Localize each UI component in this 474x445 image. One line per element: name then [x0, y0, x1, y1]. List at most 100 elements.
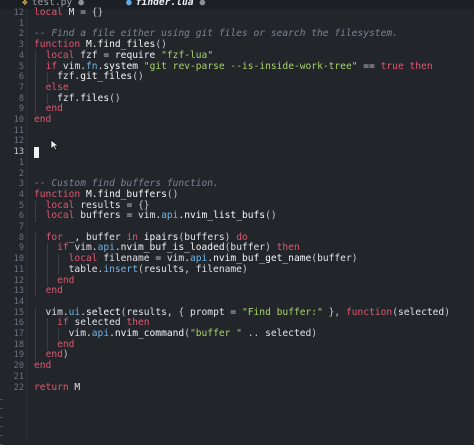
- line-number: 9: [18, 104, 24, 115]
- line-number: 9: [18, 243, 24, 254]
- code-editor[interactable]: 12 local M = {} 1 2 -- Find a file either us…: [0, 7, 474, 445]
- code-line[interactable]: 18 end: [0, 338, 474, 351]
- token-cm: -- Find a file either using git files or…: [34, 28, 398, 40]
- token-str: "Find buffer:": [241, 306, 323, 318]
- token-kw: local: [68, 253, 98, 265]
- line-number: 15: [13, 307, 24, 318]
- token-fn: M.find_buffers: [80, 188, 167, 200]
- token-kw: function: [345, 306, 393, 318]
- line-number: 20: [13, 361, 24, 372]
- code-line[interactable]: 12: [0, 136, 474, 147]
- token-kw: end: [57, 274, 75, 286]
- line-number: 12: [13, 136, 24, 147]
- token-api: fn: [86, 60, 98, 72]
- token-id: buffer: [230, 242, 266, 254]
- token-id: [34, 317, 57, 328]
- line-number: 10: [13, 115, 24, 125]
- token-pun: ): [444, 306, 450, 318]
- code-line[interactable]: 6 local buffers = vim.api.nvim_list_bufs…: [0, 210, 474, 222]
- code-text: return M: [34, 381, 80, 394]
- token-kw: end: [34, 360, 52, 372]
- token-pun: ..: [241, 328, 266, 339]
- token-kw: end: [57, 338, 75, 350]
- code-line[interactable]: 1: [0, 158, 474, 169]
- code-line[interactable]: 8 fzf.files(): [0, 92, 474, 105]
- token-kw: end: [45, 103, 63, 115]
- token-pun: (): [166, 188, 179, 200]
- code-line[interactable]: 22 return M: [0, 381, 474, 394]
- code-text: local buffers = vim.api.nvim_list_bufs(): [34, 210, 277, 222]
- token-pun: ): [62, 349, 69, 361]
- token-id: [34, 339, 57, 350]
- token-api: api: [189, 253, 208, 265]
- token-pun: ): [351, 253, 358, 265]
- code-line[interactable]: 13 end: [0, 285, 474, 297]
- token-fn: files: [80, 92, 110, 104]
- code-text: end: [34, 114, 51, 126]
- token-pun: =: [155, 253, 167, 265]
- line-number: 5: [18, 61, 24, 72]
- line-number: 3: [18, 40, 24, 51]
- token-fn: M.find_files: [80, 39, 156, 51]
- code-line[interactable]: 20 end: [0, 360, 474, 372]
- token-kw: return: [34, 381, 69, 393]
- empty-line-marker: [0, 417, 3, 419]
- line-number: 7: [18, 82, 24, 93]
- token-id: selected: [68, 317, 127, 329]
- line-number: 1: [18, 18, 24, 29]
- token-id: [34, 103, 46, 114]
- token-kw: local: [45, 199, 75, 211]
- token-api: api: [161, 210, 179, 222]
- token-api: api: [91, 328, 110, 339]
- token-kw: else: [45, 81, 69, 93]
- token-pun: =: [230, 306, 242, 318]
- line-number: 13: [13, 286, 24, 297]
- token-id: [34, 82, 46, 93]
- token-fn: nvim_buf_get_name: [213, 253, 312, 265]
- token-kw: do: [230, 231, 248, 243]
- code-line[interactable]: 6 fzf.git_files(): [0, 71, 474, 83]
- line-number: 6: [18, 72, 24, 83]
- token-pun: (): [132, 71, 144, 83]
- token-id: vim.: [138, 210, 162, 222]
- token-kw: local: [34, 7, 63, 18]
- token-fn: system: [103, 60, 144, 72]
- empty-line-marker: [0, 435, 3, 437]
- token-id: _, buffer: [62, 231, 127, 243]
- token-fn: select: [86, 306, 121, 318]
- token-id: [34, 61, 46, 72]
- token-id: [34, 275, 57, 286]
- code-text: local M = {}: [34, 7, 104, 19]
- token-id: vim.: [34, 306, 69, 318]
- token-pun: = {}: [80, 7, 104, 18]
- token-id: fzf: [74, 49, 104, 61]
- line-number: 12: [13, 8, 24, 18]
- text-cursor: [34, 147, 39, 158]
- token-id: M: [62, 7, 81, 18]
- token-kw: function: [34, 188, 81, 200]
- line-number: 3: [18, 179, 24, 190]
- code-line[interactable]: 12 end: [0, 274, 474, 287]
- code-line[interactable]: 11: [0, 126, 474, 137]
- token-id: buffer: [317, 253, 352, 265]
- token-id: table.: [34, 263, 104, 275]
- token-api: insert: [103, 263, 138, 275]
- line-number: 7: [18, 222, 24, 232]
- code-line[interactable]: 12 local M = {}: [0, 7, 474, 19]
- token-kw: then: [270, 242, 300, 254]
- code-line[interactable]: 9 end: [0, 103, 474, 115]
- code-line[interactable]: 13: [0, 147, 474, 158]
- modified-indicator: ●: [199, 0, 206, 8]
- line-number: 11: [13, 125, 24, 136]
- code-text: end: [34, 360, 52, 372]
- token-bool: true: [380, 60, 404, 72]
- token-id: [34, 232, 46, 243]
- token-id: vim.: [57, 60, 87, 72]
- token-id: [34, 50, 46, 61]
- token-kw: end: [45, 285, 63, 297]
- code-line[interactable]: 10 end: [0, 114, 474, 126]
- token-id: results, filename: [143, 263, 242, 275]
- token-kw: if: [57, 317, 69, 329]
- code-line[interactable]: 19 end): [0, 349, 474, 362]
- token-kw: in: [126, 231, 138, 243]
